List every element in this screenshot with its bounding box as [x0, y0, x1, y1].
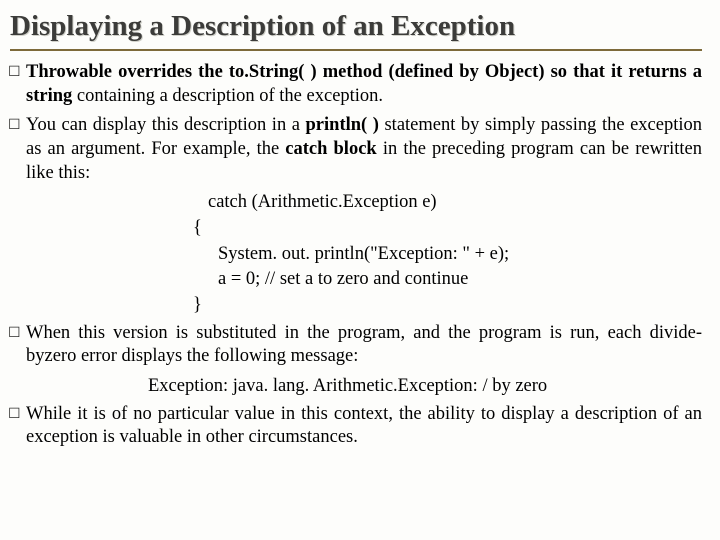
bullet-2: ☐ You can display this description in a … — [8, 114, 702, 185]
bullet-2-seg1: You can display this description in a — [26, 115, 306, 135]
bullet-marker-icon: ☐ — [8, 403, 26, 424]
bullet-marker-icon: ☐ — [8, 322, 26, 343]
bullet-1-text: Throwable overrides the to.String( ) met… — [26, 61, 702, 108]
bullet-2-text: You can display this description in a pr… — [26, 114, 702, 185]
slide-title: Displaying a Description of an Exception — [10, 10, 702, 51]
code-line-2: { — [193, 217, 702, 241]
code-line-5: } — [193, 294, 702, 318]
bullet-2-catch: catch block — [285, 139, 376, 159]
bullet-marker-icon: ☐ — [8, 114, 26, 135]
bullet-3: ☐ When this version is substituted in th… — [8, 322, 702, 369]
slide: Displaying a Description of an Exception… — [0, 0, 720, 540]
code-line-3: System. out. println("Exception: " + e); — [218, 243, 702, 267]
bullet-4: ☐ While it is of no particular value in … — [8, 403, 702, 450]
bullet-2-println: println( ) — [306, 115, 379, 135]
bullet-marker-icon: ☐ — [8, 61, 26, 82]
bullet-4-text: While it is of no particular value in th… — [26, 403, 702, 450]
bullet-1: ☐ Throwable overrides the to.String( ) m… — [8, 61, 702, 108]
slide-body: ☐ Throwable overrides the to.String( ) m… — [8, 61, 702, 450]
output-message: Exception: java. lang. Arithmetic.Except… — [148, 375, 702, 399]
bullet-1-rest: containing a description of the exceptio… — [77, 86, 383, 106]
code-line-1: catch (Arithmetic.Exception e) — [208, 191, 702, 215]
code-line-4: a = 0; // set a to zero and continue — [218, 268, 702, 292]
bullet-3-text: When this version is substituted in the … — [26, 322, 702, 369]
